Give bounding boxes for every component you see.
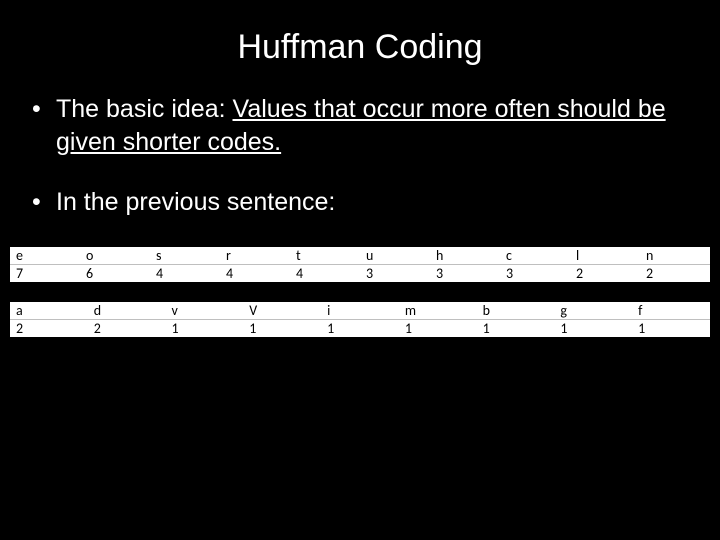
table-cell-count: 2: [570, 264, 640, 282]
table-cell-letter: n: [640, 247, 710, 265]
table-cell-letter: f: [632, 302, 710, 320]
table-cell-count: 2: [640, 264, 710, 282]
table-cell-count: 1: [477, 319, 555, 337]
bullet-1-prefix: The basic idea:: [56, 95, 233, 123]
frequency-tables: e o s r t u h c l n 7 6 4 4 4 3 3 3 2: [0, 247, 720, 337]
table-cell-count: 2: [88, 319, 166, 337]
bullet-text-2: In the previous sentence:: [56, 186, 690, 219]
frequency-table-2: a d v V i m b g f 2 2 1 1 1 1 1 1 1: [10, 302, 710, 337]
table-cell-count: 4: [220, 264, 290, 282]
table-row: a d v V i m b g f: [10, 302, 710, 320]
table-cell-count: 4: [150, 264, 220, 282]
table-cell-letter: l: [570, 247, 640, 265]
table-cell-count: 1: [166, 319, 244, 337]
frequency-table-1: e o s r t u h c l n 7 6 4 4 4 3 3 3 2: [10, 247, 710, 282]
bullet-list: • The basic idea: Values that occur more…: [0, 77, 720, 219]
table-cell-count: 6: [80, 264, 150, 282]
bullet-item-1: • The basic idea: Values that occur more…: [30, 93, 690, 158]
bullet-text-1: The basic idea: Values that occur more o…: [56, 93, 690, 158]
bullet-dot: •: [30, 93, 56, 158]
table-cell-count: 7: [10, 264, 80, 282]
table-cell-letter: m: [399, 302, 477, 320]
table-cell-count: 1: [632, 319, 710, 337]
table-cell-letter: b: [477, 302, 555, 320]
table-cell-letter: V: [243, 302, 321, 320]
table-cell-letter: u: [360, 247, 430, 265]
slide-title: Huffman Coding: [0, 0, 720, 77]
bullet-dot: •: [30, 186, 56, 219]
table-cell-count: 1: [321, 319, 399, 337]
table-cell-letter: o: [80, 247, 150, 265]
table-cell-letter: v: [166, 302, 244, 320]
table-cell-letter: g: [554, 302, 632, 320]
table-cell-letter: s: [150, 247, 220, 265]
table-row: e o s r t u h c l n: [10, 247, 710, 265]
table-cell-letter: t: [290, 247, 360, 265]
slide: Huffman Coding • The basic idea: Values …: [0, 0, 720, 540]
table-cell-letter: c: [500, 247, 570, 265]
table-cell-count: 4: [290, 264, 360, 282]
table-cell-count: 1: [243, 319, 321, 337]
table-cell-letter: r: [220, 247, 290, 265]
table-cell-letter: e: [10, 247, 80, 265]
table-cell-letter: i: [321, 302, 399, 320]
table-cell-count: 3: [360, 264, 430, 282]
table-cell-letter: h: [430, 247, 500, 265]
table-cell-count: 1: [554, 319, 632, 337]
table-cell-count: 2: [10, 319, 88, 337]
table-cell-letter: d: [88, 302, 166, 320]
bullet-item-2: • In the previous sentence:: [30, 186, 690, 219]
table-row: 2 2 1 1 1 1 1 1 1: [10, 319, 710, 337]
table-cell-count: 3: [430, 264, 500, 282]
table-cell-letter: a: [10, 302, 88, 320]
table-row: 7 6 4 4 4 3 3 3 2 2: [10, 264, 710, 282]
table-cell-count: 3: [500, 264, 570, 282]
table-cell-count: 1: [399, 319, 477, 337]
